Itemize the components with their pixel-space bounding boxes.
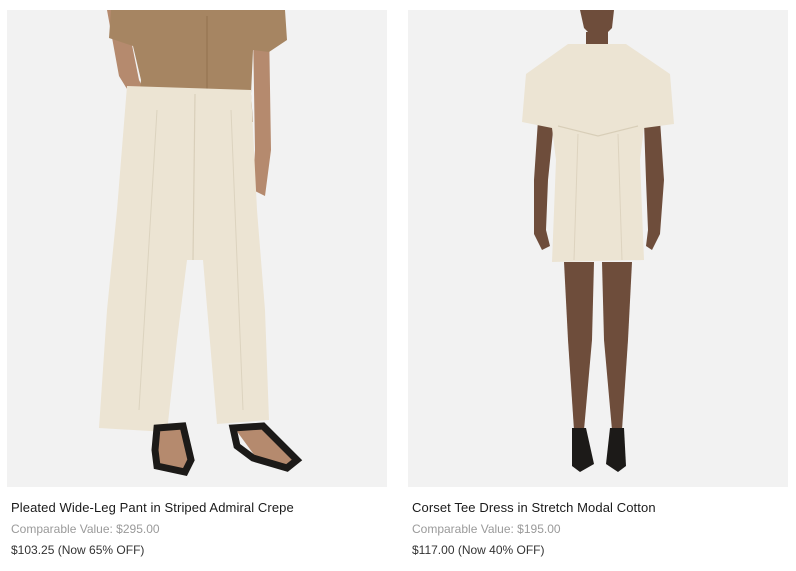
- pant-photo: [7, 10, 387, 487]
- comparable-value: Comparable Value: $195.00: [412, 522, 561, 536]
- product-card[interactable]: Corset Tee Dress in Stretch Modal Cotton…: [408, 10, 788, 558]
- product-name[interactable]: Pleated Wide-Leg Pant in Striped Admiral…: [11, 500, 387, 516]
- dress-photo: [408, 10, 788, 487]
- product-grid: Pleated Wide-Leg Pant in Striped Admiral…: [0, 0, 796, 571]
- comparable-value: Comparable Value: $295.00: [11, 522, 160, 536]
- product-name[interactable]: Corset Tee Dress in Stretch Modal Cotton: [412, 500, 788, 516]
- product-image[interactable]: [408, 10, 788, 487]
- product-image[interactable]: [7, 10, 387, 487]
- sale-price: $117.00 (Now 40% OFF): [412, 543, 545, 557]
- product-card[interactable]: Pleated Wide-Leg Pant in Striped Admiral…: [7, 10, 387, 558]
- sale-price: $103.25 (Now 65% OFF): [11, 543, 145, 557]
